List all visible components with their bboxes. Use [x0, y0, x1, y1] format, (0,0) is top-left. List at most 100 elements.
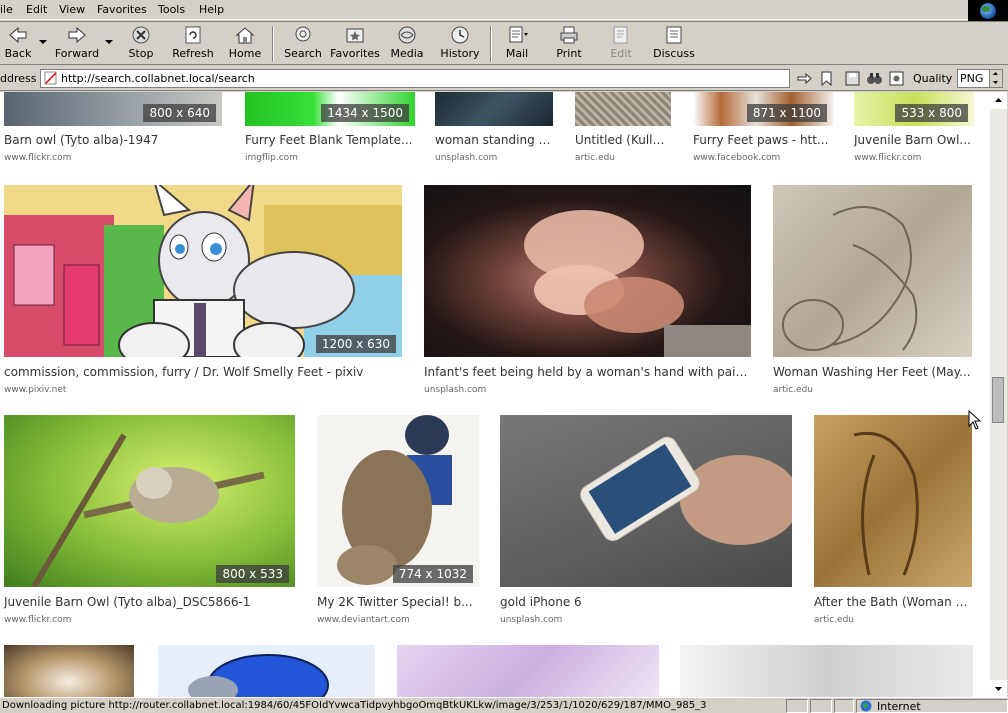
result-title[interactable]: Juvenile Barn Owl (Tyto alba)_DSC5866-1	[4, 595, 295, 609]
result-title[interactable]: Furry Feet paws - htt...	[693, 133, 833, 147]
result-card[interactable]: After the Bath (Woman D... artic.edu	[814, 415, 974, 625]
menu-help[interactable]: Help	[199, 3, 224, 16]
forward-dropdown[interactable]	[104, 24, 114, 64]
result-title[interactable]: My 2K Twitter Special! b...	[317, 595, 477, 609]
result-thumbnail[interactable]	[435, 92, 553, 126]
back-dropdown[interactable]	[38, 24, 48, 64]
menu-bar: ile Edit View Favorites Tools Help	[0, 0, 1008, 22]
result-card[interactable]: Woman Washing Her Feet (May... artic.edu	[773, 185, 973, 395]
edit-label: Edit	[610, 47, 632, 60]
search-button[interactable]: Search	[284, 24, 322, 64]
menu-edit[interactable]: Edit	[26, 3, 47, 16]
forward-label: Forward	[54, 47, 100, 60]
result-card[interactable]: 871 x 1100 Furry Feet paws - htt... www.…	[693, 92, 833, 163]
result-card[interactable]	[4, 645, 136, 697]
address-input[interactable]	[61, 71, 781, 86]
vertical-scrollbar[interactable]	[990, 92, 1007, 697]
menu-favorites[interactable]: Favorites	[97, 3, 147, 16]
result-thumbnail[interactable]: 800 x 640	[4, 92, 222, 126]
result-card[interactable]: woman standing o... unsplash.com	[435, 92, 555, 163]
mail-button[interactable]: Mail	[500, 24, 534, 64]
result-source: www.pixiv.net	[4, 385, 67, 395]
result-thumbnail[interactable]	[500, 415, 792, 587]
history-button[interactable]: History	[440, 24, 480, 64]
result-thumbnail[interactable]	[424, 185, 751, 357]
discuss-button[interactable]: Discuss	[652, 24, 696, 64]
result-title[interactable]: Infant's feet being held by a woman's ha…	[424, 365, 752, 379]
favorites-button[interactable]: Favorites	[330, 24, 380, 64]
result-source: www.flickr.com	[854, 153, 922, 163]
result-thumbnail[interactable]	[773, 185, 972, 357]
go-arrow-icon[interactable]	[796, 70, 813, 87]
back-button[interactable]: Back	[0, 24, 36, 64]
bookmark-icon[interactable]	[818, 70, 835, 87]
result-title[interactable]: commission, commission, furry / Dr. Wolf…	[4, 365, 402, 379]
result-card[interactable]: 774 x 1032 My 2K Twitter Special! b... w…	[317, 415, 482, 625]
home-button[interactable]: Home	[228, 24, 262, 64]
result-thumbnail[interactable]: 774 x 1032	[317, 415, 479, 587]
save-icon[interactable]	[844, 70, 861, 87]
result-card[interactable]: 800 x 533 Juvenile Barn Owl (Tyto alba)_…	[4, 415, 299, 625]
cartoon-wolf-image	[4, 185, 402, 357]
capture-icon[interactable]	[888, 70, 905, 87]
forward-button[interactable]: Forward	[54, 24, 100, 64]
internet-globe-icon	[860, 700, 872, 712]
quality-select[interactable]: PNG	[957, 69, 1003, 88]
result-thumbnail[interactable]: 1434 x 1500	[245, 92, 415, 126]
menu-file[interactable]: ile	[0, 3, 13, 16]
print-button[interactable]: Print	[552, 24, 586, 64]
result-card[interactable]	[680, 645, 974, 697]
stop-button[interactable]: Stop	[124, 24, 158, 64]
result-card[interactable]: 1200 x 630 commission, commission, furry…	[4, 185, 404, 395]
chevron-down-icon	[105, 40, 113, 44]
result-title[interactable]: Juvenile Barn Owl...	[854, 133, 974, 147]
result-thumbnail[interactable]	[814, 415, 972, 587]
infant-feet-image	[524, 210, 751, 357]
result-source: www.flickr.com	[4, 153, 72, 163]
result-thumbnail[interactable]	[680, 645, 973, 697]
stop-label: Stop	[128, 47, 154, 60]
result-card[interactable]: Untitled (Kulle... artic.edu	[575, 92, 671, 163]
menu-view[interactable]: View	[59, 3, 85, 16]
binoculars-icon[interactable]	[866, 70, 883, 87]
menu-tools[interactable]: Tools	[158, 3, 185, 16]
result-thumbnail[interactable]	[4, 645, 134, 697]
result-thumbnail[interactable]: 800 x 533	[4, 415, 295, 587]
scrollbar-thumb[interactable]	[992, 377, 1004, 423]
result-title[interactable]: Woman Washing Her Feet (May...	[773, 365, 972, 379]
result-card[interactable]: 800 x 640 Barn owl (Tyto alba)-1947 www.…	[4, 92, 224, 163]
result-thumbnail[interactable]	[158, 645, 375, 697]
result-source: artic.edu	[575, 153, 616, 163]
result-title[interactable]: woman standing o...	[435, 133, 555, 147]
mouse-cursor-icon	[968, 410, 982, 430]
toolbar-separator	[272, 26, 274, 62]
result-card[interactable]: 1434 x 1500 Furry Feet Blank Template...…	[245, 92, 415, 163]
mail-icon	[509, 26, 528, 43]
edit-button[interactable]: Edit	[604, 24, 638, 64]
scroll-up-button[interactable]	[990, 92, 1007, 109]
result-card[interactable]	[397, 645, 659, 697]
result-thumbnail[interactable]: 871 x 1100	[693, 92, 833, 126]
refresh-button[interactable]: Refresh	[170, 24, 216, 64]
result-card[interactable]: gold iPhone 6 unsplash.com	[500, 415, 795, 625]
result-title[interactable]: Barn owl (Tyto alba)-1947	[4, 133, 222, 147]
result-card[interactable]: 533 x 800 Juvenile Barn Owl... www.flick…	[854, 92, 974, 163]
address-box[interactable]	[40, 69, 790, 88]
result-source: www.flickr.com	[4, 615, 72, 625]
result-thumbnail[interactable]	[575, 92, 671, 126]
discuss-icon	[666, 26, 682, 44]
result-card[interactable]: Infant's feet being held by a woman's ha…	[424, 185, 754, 395]
result-title[interactable]: After the Bath (Woman D...	[814, 595, 972, 609]
result-card[interactable]	[158, 645, 376, 697]
toolbar-separator	[490, 26, 492, 62]
chevron-down-icon[interactable]	[989, 70, 1002, 87]
result-title[interactable]: gold iPhone 6	[500, 595, 792, 609]
result-thumbnail[interactable]: 533 x 800	[854, 92, 974, 126]
result-thumbnail[interactable]: 1200 x 630	[4, 185, 402, 357]
scroll-down-button[interactable]	[990, 680, 1007, 697]
media-button[interactable]: Media	[390, 24, 424, 64]
result-title[interactable]: Untitled (Kulle...	[575, 133, 671, 147]
result-title[interactable]: Furry Feet Blank Template...	[245, 133, 415, 147]
result-thumbnail[interactable]	[397, 645, 659, 697]
image-size-badge: 774 x 1032	[392, 565, 473, 583]
